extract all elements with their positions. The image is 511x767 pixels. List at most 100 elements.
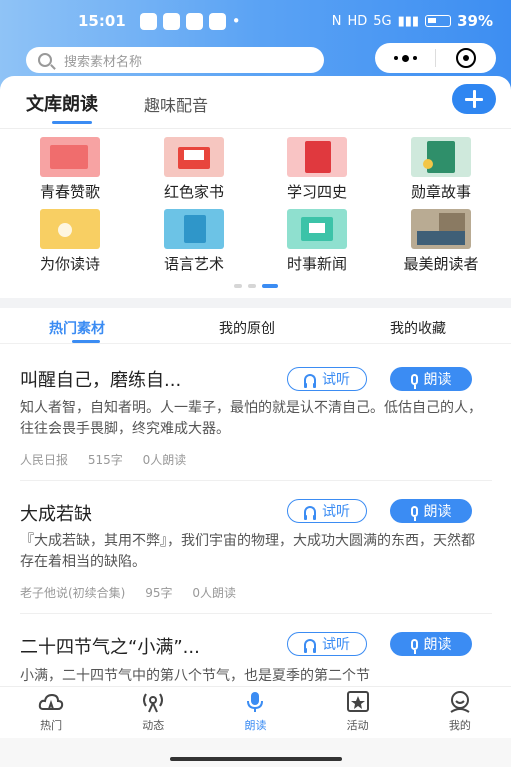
listen-button[interactable]: 试听 bbox=[287, 632, 367, 656]
category-label: 时事新闻 bbox=[286, 255, 347, 273]
target-icon bbox=[456, 48, 476, 68]
app-notification-icon bbox=[208, 12, 226, 30]
nav-feed[interactable]: 动态 bbox=[102, 687, 204, 738]
category-label: 勋章故事 bbox=[410, 183, 471, 201]
active-tab-indicator bbox=[52, 121, 92, 124]
category-label: 最美朗读者 bbox=[403, 255, 479, 273]
nfc-icon: N bbox=[331, 13, 342, 29]
category-poetry[interactable]: 为你读诗 bbox=[10, 209, 130, 274]
category-language-art[interactable]: 语言艺术 bbox=[134, 209, 254, 274]
read-button[interactable]: 朗读 bbox=[390, 367, 472, 391]
listen-button[interactable]: 试听 bbox=[287, 367, 367, 391]
item-word-count: 515字 bbox=[87, 453, 123, 467]
nav-label: 我的 bbox=[448, 719, 471, 732]
youth-book-icon bbox=[40, 137, 100, 177]
read-button[interactable]: 朗读 bbox=[390, 632, 472, 656]
nav-label: 活动 bbox=[346, 719, 369, 732]
category-four-histories[interactable]: 学习四史 bbox=[257, 137, 377, 202]
item-source: 老子他说(初续合集) bbox=[20, 586, 126, 600]
category-news[interactable]: 时事新闻 bbox=[257, 209, 377, 274]
microphone-icon bbox=[410, 638, 418, 654]
item-description: 『大成若缺，其用不弊』，我们宇宙的物理，大成功大圆满的东西，天然都存在着相当的缺… bbox=[20, 533, 475, 570]
poetry-icon bbox=[40, 209, 100, 249]
nav-profile[interactable]: 我的 bbox=[409, 687, 511, 738]
red-letter-icon bbox=[164, 137, 224, 177]
item-title: 大成若缺 bbox=[20, 504, 92, 525]
item-word-count: 95字 bbox=[145, 586, 173, 600]
headphones-icon bbox=[304, 506, 316, 520]
reader-photo-icon bbox=[411, 209, 471, 249]
bottom-navigation: 热门 动态 朗读 活动 我的 bbox=[0, 686, 511, 738]
section-tabs: 热门素材 我的原创 我的收藏 bbox=[0, 308, 511, 344]
read-label: 朗读 bbox=[423, 637, 452, 653]
signal-icon: 5G bbox=[373, 13, 392, 29]
app-notification-icon bbox=[139, 12, 157, 30]
headphones-icon bbox=[304, 374, 316, 388]
home-indicator[interactable] bbox=[170, 757, 342, 761]
category-medal-stories[interactable]: 勋章故事 bbox=[381, 137, 501, 202]
tab-library-reading[interactable]: 文库朗读 bbox=[26, 90, 98, 116]
divider bbox=[20, 613, 492, 614]
item-source: 人民日报 bbox=[20, 453, 69, 467]
category-red-letters[interactable]: 红色家书 bbox=[134, 137, 254, 202]
read-label: 朗读 bbox=[423, 372, 452, 388]
read-label: 朗读 bbox=[423, 504, 452, 520]
nav-label: 热门 bbox=[40, 719, 63, 732]
hot-cloud-icon bbox=[38, 693, 64, 710]
category-label: 学习四史 bbox=[286, 183, 347, 201]
item-description: 知人者智，自知者明。人一辈子，最怕的就是认不清自己。低估自己的人，往往会畏手畏脚… bbox=[20, 400, 482, 437]
battery-icon bbox=[425, 15, 452, 27]
tab-fun-dubbing[interactable]: 趣味配音 bbox=[144, 92, 208, 116]
category-label: 语言艺术 bbox=[163, 255, 224, 273]
item-reader-count: 0人朗读 bbox=[142, 453, 187, 467]
listen-label: 试听 bbox=[322, 637, 350, 653]
item-meta: 老子他说(初续合集) 95字 0人朗读 bbox=[20, 584, 252, 601]
app-notification-icon bbox=[185, 12, 203, 30]
microphone-icon bbox=[410, 373, 418, 389]
profile-icon bbox=[450, 691, 470, 713]
listen-label: 试听 bbox=[322, 372, 350, 388]
carousel-indicator bbox=[0, 284, 511, 288]
nav-label: 朗读 bbox=[244, 719, 267, 732]
nav-hot[interactable]: 热门 bbox=[0, 687, 102, 738]
add-button[interactable] bbox=[452, 84, 496, 114]
active-tab-indicator bbox=[72, 340, 100, 343]
status-time: 15:01 bbox=[78, 12, 126, 30]
tab-my-favorites[interactable]: 我的收藏 bbox=[390, 318, 446, 338]
system-home-bar bbox=[0, 738, 511, 767]
headphones-icon bbox=[304, 639, 316, 653]
medal-book-icon bbox=[411, 137, 471, 177]
read-button[interactable]: 朗读 bbox=[390, 499, 472, 523]
item-title: 叫醒自己，磨练自... bbox=[20, 370, 182, 391]
category-best-reader[interactable]: 最美朗读者 bbox=[381, 209, 501, 274]
section-gap bbox=[0, 298, 511, 308]
close-miniprogram-button[interactable] bbox=[436, 48, 496, 68]
star-badge-icon bbox=[346, 691, 369, 712]
microphone-icon bbox=[247, 692, 264, 712]
listen-label: 试听 bbox=[322, 504, 350, 520]
more-options-button[interactable] bbox=[375, 54, 435, 62]
listen-button[interactable]: 试听 bbox=[287, 499, 367, 523]
nav-read[interactable]: 朗读 bbox=[204, 687, 306, 738]
tab-hot-materials[interactable]: 热门素材 bbox=[49, 318, 105, 338]
search-icon bbox=[38, 53, 52, 67]
microphone-icon bbox=[410, 505, 418, 521]
search-input[interactable]: 搜索素材名称 bbox=[26, 47, 324, 73]
divider bbox=[0, 128, 511, 129]
category-label: 青春赞歌 bbox=[39, 183, 100, 201]
nav-label: 动态 bbox=[142, 719, 165, 732]
category-label: 为你读诗 bbox=[39, 255, 100, 273]
hd-icon: HD bbox=[347, 13, 368, 29]
history-book-icon bbox=[287, 137, 347, 177]
app-notification-icon bbox=[162, 12, 180, 30]
signal-bars-icon: ▮▮▮ bbox=[397, 13, 420, 29]
tab-my-originals[interactable]: 我的原创 bbox=[219, 318, 275, 338]
miniprogram-capsule bbox=[375, 43, 496, 73]
divider bbox=[20, 480, 492, 481]
item-description: 小满，二十四节气中的第八个节气，也是夏季的第二个节 bbox=[20, 668, 370, 684]
search-placeholder: 搜索素材名称 bbox=[64, 54, 143, 70]
category-youth[interactable]: 青春赞歌 bbox=[10, 137, 130, 202]
more-notifications-icon: • bbox=[231, 12, 241, 30]
nav-events[interactable]: 活动 bbox=[307, 687, 409, 738]
item-title: 二十四节气之“小满”... bbox=[20, 637, 200, 658]
